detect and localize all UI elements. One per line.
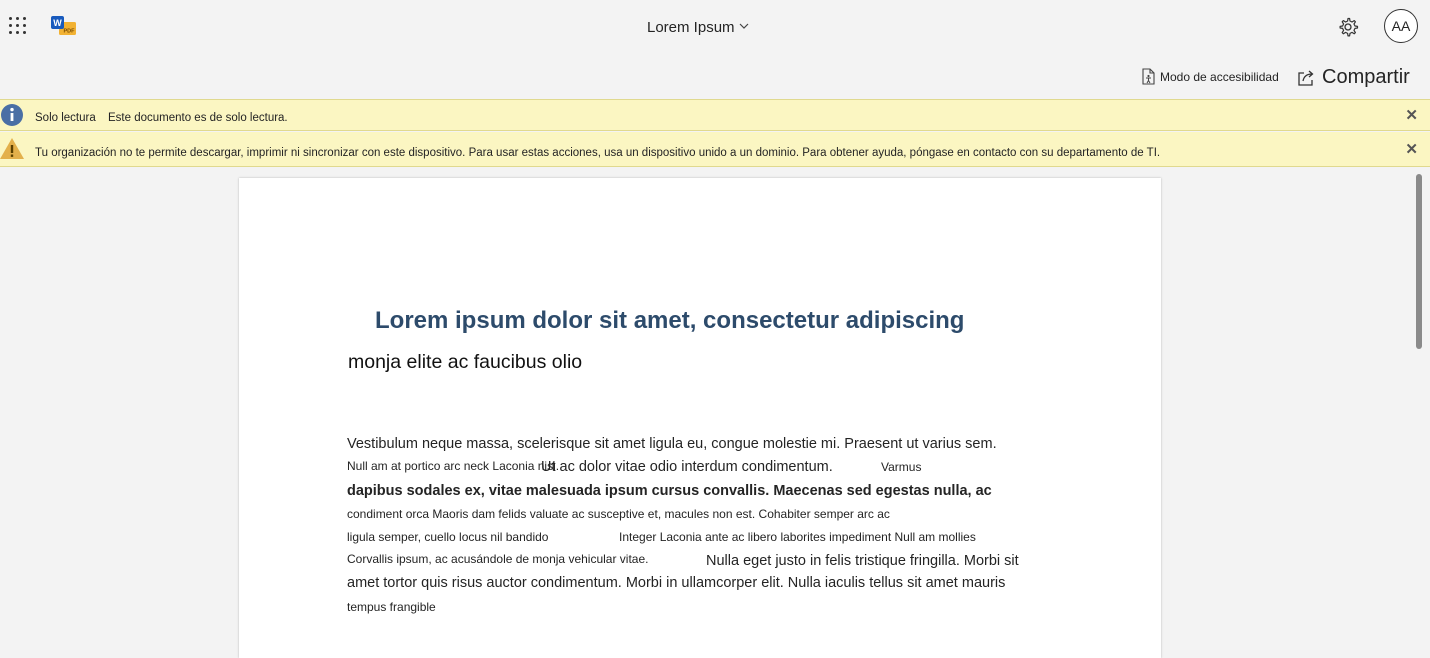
accessibility-icon bbox=[1142, 68, 1155, 85]
document-subheading: monja elite ac faucibus olio bbox=[348, 351, 583, 373]
share-button[interactable]: Compartir bbox=[1297, 66, 1410, 89]
scrollbar-thumb[interactable] bbox=[1416, 174, 1422, 349]
svg-text:PDF: PDF bbox=[64, 29, 76, 35]
share-label: Compartir bbox=[1322, 66, 1410, 88]
readonly-title: Solo lectura bbox=[35, 112, 96, 124]
accessibility-mode-button[interactable]: Modo de accesibilidad bbox=[1141, 68, 1279, 85]
paragraph-line: condiment orca Maoris dam felids valuate… bbox=[347, 507, 890, 521]
document-title-label: Lorem Ipsum bbox=[647, 19, 735, 36]
readonly-banner: Solo lectura Este documento es de solo l… bbox=[0, 99, 1430, 131]
paragraph-line: amet tortor quis risus auctor condimentu… bbox=[347, 575, 1006, 591]
gear-icon[interactable] bbox=[1337, 16, 1359, 38]
paragraph-line: Varmus bbox=[881, 460, 922, 474]
readonly-message: Este documento es de solo lectura. bbox=[108, 112, 288, 124]
accessibility-mode-label: Modo de accesibilidad bbox=[1160, 69, 1279, 84]
policy-message: Tu organización no te permite descargar,… bbox=[35, 147, 1161, 159]
svg-text:W: W bbox=[53, 18, 62, 28]
info-icon bbox=[1, 104, 23, 126]
apps-grid-icon[interactable] bbox=[9, 17, 27, 35]
paragraph-line: tempus frangible bbox=[347, 600, 436, 614]
close-icon[interactable]: ✕ bbox=[1405, 106, 1418, 124]
paragraph-line: dapibus sodales ex, vitae malesuada ipsu… bbox=[347, 483, 992, 499]
avatar[interactable]: AA bbox=[1384, 9, 1418, 43]
document-canvas[interactable]: Lorem ipsum dolor sit amet, consectetur … bbox=[0, 167, 1430, 658]
top-bar: W PDF Lorem Ipsum AA bbox=[0, 0, 1430, 52]
warning-icon bbox=[0, 138, 24, 159]
paragraph-line: Ut ac dolor vitae odio interdum condimen… bbox=[541, 459, 833, 475]
chevron-down-icon bbox=[739, 17, 749, 34]
document-heading: Lorem ipsum dolor sit amet, consectetur … bbox=[375, 307, 965, 334]
policy-banner: Tu organización no te permite descargar,… bbox=[0, 132, 1430, 167]
close-icon[interactable]: ✕ bbox=[1405, 140, 1418, 158]
paragraph-line: Integer Laconia ante ac libero laborites… bbox=[619, 530, 976, 544]
paragraph-line: Vestibulum neque massa, scelerisque sit … bbox=[347, 436, 997, 452]
document-page: Lorem ipsum dolor sit amet, consectetur … bbox=[239, 178, 1161, 658]
share-icon bbox=[1298, 70, 1314, 86]
paragraph-line: Nulla eget justo in felis tristique frin… bbox=[706, 553, 1019, 569]
word-pdf-icon[interactable]: W PDF bbox=[51, 16, 77, 36]
document-title[interactable]: Lorem Ipsum bbox=[647, 17, 749, 36]
